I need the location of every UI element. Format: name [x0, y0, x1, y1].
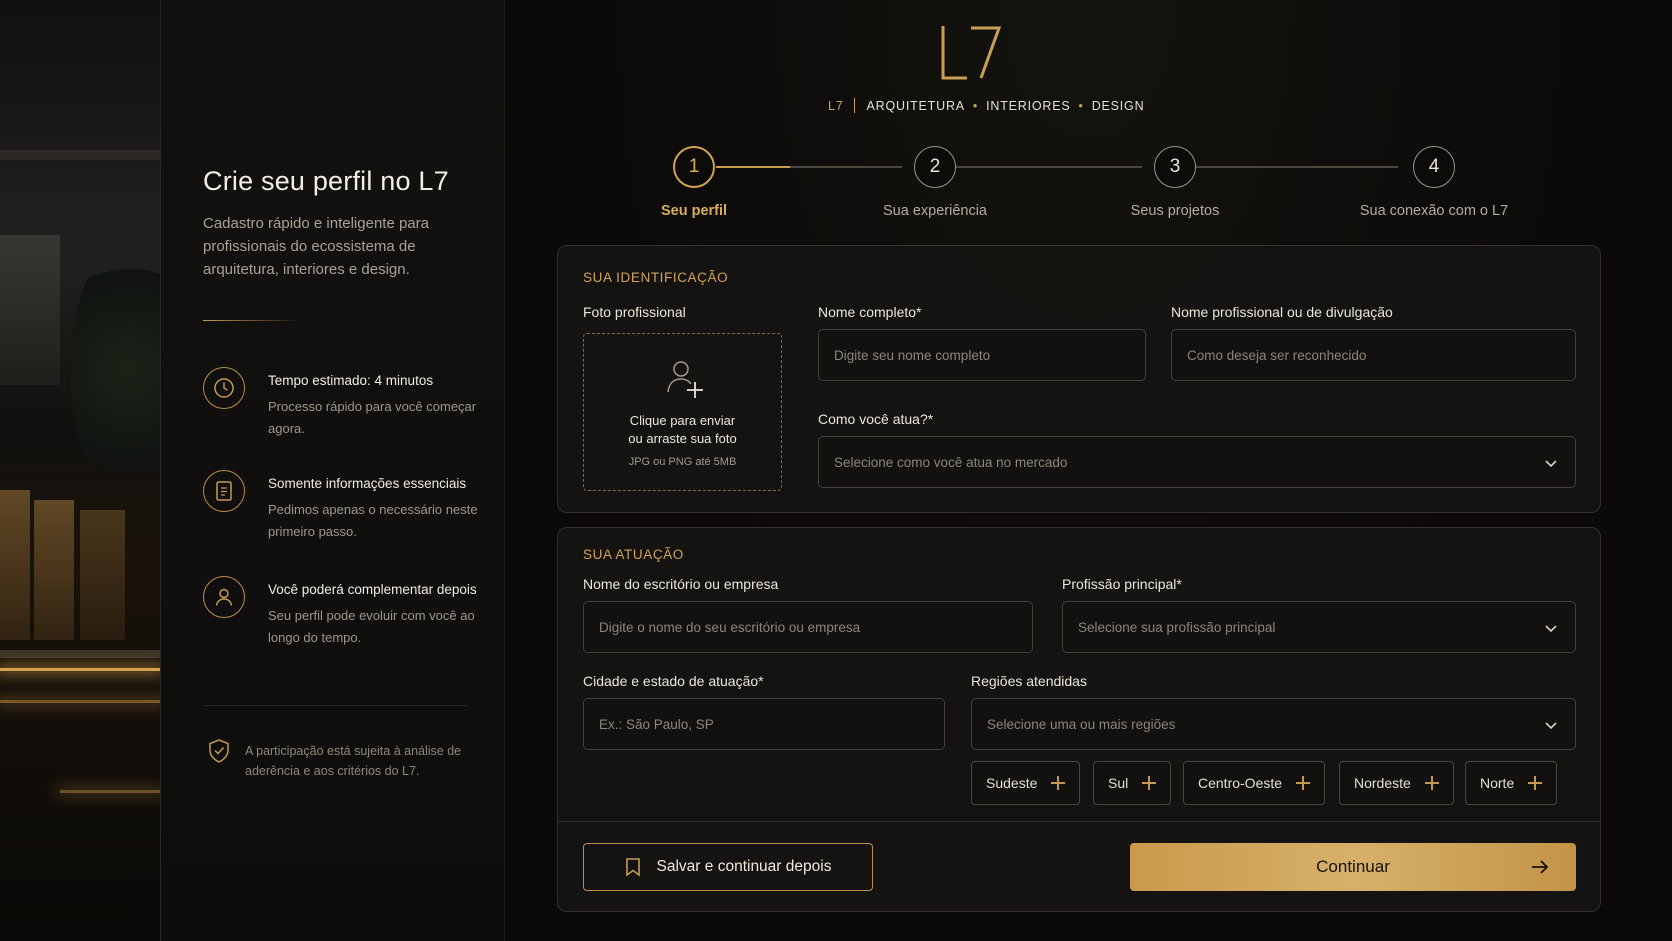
- city-input[interactable]: [599, 699, 944, 749]
- feature-title: Somente informações essenciais: [268, 476, 467, 491]
- tagline-item: ARQUITETURA: [866, 98, 965, 113]
- tagline-separator: [853, 98, 855, 113]
- step-2-label[interactable]: Sua experiência: [883, 203, 987, 219]
- add-user-icon: [667, 361, 703, 398]
- step-1-label[interactable]: Seu perfil: [661, 203, 727, 219]
- profession-label: Profissão principal*: [1062, 576, 1182, 592]
- region-chip-label: Sul: [1108, 775, 1129, 791]
- tagline-dot: •: [1078, 98, 1084, 113]
- step-connector: [956, 166, 1142, 168]
- actions-divider: [557, 821, 1601, 822]
- feature-desc: Seu perfil pode evoluir com você ao long…: [268, 608, 475, 645]
- role-select[interactable]: Selecione como você atua no mercado: [818, 436, 1576, 488]
- region-chip-label: Norte: [1480, 775, 1515, 791]
- step-3-label[interactable]: Seus projetos: [1131, 203, 1220, 219]
- profession-select-placeholder: Selecione sua profissão principal: [1078, 619, 1276, 635]
- region-chip-label: Nordeste: [1354, 775, 1411, 791]
- office-input[interactable]: [599, 602, 1032, 652]
- regions-select[interactable]: Selecione uma ou mais regiões: [971, 698, 1576, 750]
- step-2-circle[interactable]: 2: [914, 146, 956, 188]
- document-icon: [203, 470, 245, 512]
- divider: [203, 705, 468, 706]
- plus-icon: [1528, 776, 1543, 790]
- upload-text-line1: Clique para enviar: [629, 413, 736, 428]
- photo-label: Foto profissional: [583, 304, 686, 320]
- pro-name-label: Nome profissional ou de divulgação: [1171, 304, 1393, 320]
- role-label: Como você atua?*: [818, 411, 934, 427]
- feature-complement: Você poderá complementar depois Seu perf…: [203, 576, 493, 648]
- clock-icon: [203, 367, 245, 409]
- region-chip-norte[interactable]: Norte: [1465, 761, 1558, 805]
- pro-name-input[interactable]: [1187, 330, 1575, 380]
- step-connector: [716, 166, 902, 168]
- architecture-photo: [0, 0, 161, 941]
- save-button-label: Salvar e continuar depois: [656, 858, 832, 875]
- chevron-down-icon: [1545, 722, 1557, 730]
- full-name-field: [818, 329, 1146, 381]
- region-chip-sul[interactable]: Sul: [1093, 761, 1172, 805]
- feature-essentials: Somente informações essenciais Pedimos a…: [203, 470, 493, 542]
- intro-panel: Crie seu perfil no L7 Cadastro rápido e …: [161, 0, 505, 941]
- feature-desc: Processo rápido para você começar agora.: [268, 399, 477, 436]
- plus-icon: [1424, 776, 1439, 790]
- tagline-dot: •: [972, 98, 979, 113]
- pro-name-field: [1171, 329, 1576, 381]
- office-field: [583, 601, 1033, 653]
- city-label: Cidade e estado de atuação*: [583, 673, 764, 689]
- step-4-label[interactable]: Sua conexão com o L7: [1360, 203, 1508, 219]
- profession-select[interactable]: Selecione sua profissão principal: [1062, 601, 1576, 653]
- regions-label: Regiões atendidas: [971, 673, 1087, 689]
- intro-title: Crie seu perfil no L7: [203, 166, 449, 196]
- step-1-circle[interactable]: 1: [673, 146, 715, 188]
- region-chip-centro-oeste[interactable]: Centro-Oeste: [1183, 761, 1326, 805]
- region-chip-nordeste[interactable]: Nordeste: [1339, 761, 1454, 805]
- region-chip-label: Centro-Oeste: [1198, 775, 1283, 791]
- region-chip-sudeste[interactable]: Sudeste: [971, 761, 1081, 805]
- l7-logo: [935, 22, 1005, 84]
- role-select-placeholder: Selecione como você atua no mercado: [834, 454, 1068, 470]
- full-name-label: Nome completo*: [818, 304, 922, 320]
- save-and-continue-later-button[interactable]: Salvar e continuar depois: [583, 843, 873, 891]
- city-field: [583, 698, 945, 750]
- tagline-brand: L7: [828, 98, 844, 113]
- bookmark-icon: [625, 858, 640, 877]
- plus-icon: [1051, 776, 1066, 790]
- feature-time: Tempo estimado: 4 minutos Processo rápid…: [203, 367, 493, 439]
- continue-button-label: Continuar: [1316, 857, 1390, 876]
- step-connector: [1196, 166, 1398, 168]
- photo-upload-dropzone[interactable]: Clique para enviar ou arraste sua foto J…: [583, 333, 782, 491]
- plus-icon: [1142, 776, 1157, 790]
- feature-desc: Pedimos apenas o necessário neste primei…: [268, 502, 478, 539]
- upload-instructions: Clique para enviar ou arraste sua foto: [628, 412, 736, 448]
- plus-icon: [1296, 776, 1311, 790]
- continue-button[interactable]: Continuar: [1130, 843, 1576, 891]
- shield-check-icon: [207, 738, 231, 764]
- arrow-right-icon: [1532, 860, 1549, 874]
- brand-tagline: L7 ARQUITETURA • INTERIORES • DESIGN: [828, 98, 1144, 113]
- practice-section-title: SUA ATUAÇÃO: [583, 547, 684, 562]
- tagline-item: DESIGN: [1091, 98, 1145, 113]
- office-label: Nome do escritório ou empresa: [583, 576, 779, 592]
- participation-note: A participação está sujeita à análise de…: [245, 744, 462, 778]
- user-icon: [203, 576, 245, 618]
- identification-section-title: SUA IDENTIFICAÇÃO: [583, 270, 729, 285]
- feature-title: Tempo estimado: 4 minutos: [268, 373, 434, 388]
- chevron-down-icon: [1545, 625, 1557, 633]
- accent-divider: [203, 320, 303, 321]
- chevron-down-icon: [1545, 460, 1557, 468]
- full-name-input[interactable]: [834, 330, 1145, 380]
- region-chip-label: Sudeste: [986, 775, 1038, 791]
- step-4-circle[interactable]: 4: [1413, 146, 1455, 188]
- regions-select-placeholder: Selecione uma ou mais regiões: [987, 716, 1176, 732]
- upload-text-line2: ou arraste sua foto: [628, 431, 737, 446]
- upload-hint: JPG ou PNG até 5MB: [628, 456, 737, 468]
- step-3-circle[interactable]: 3: [1154, 146, 1196, 188]
- feature-title: Você poderá complementar depois: [268, 582, 477, 597]
- tagline-item: INTERIORES: [986, 98, 1071, 113]
- intro-subtitle: Cadastro rápido e inteligente para profi…: [203, 215, 429, 278]
- step-progress-fill: [716, 166, 791, 168]
